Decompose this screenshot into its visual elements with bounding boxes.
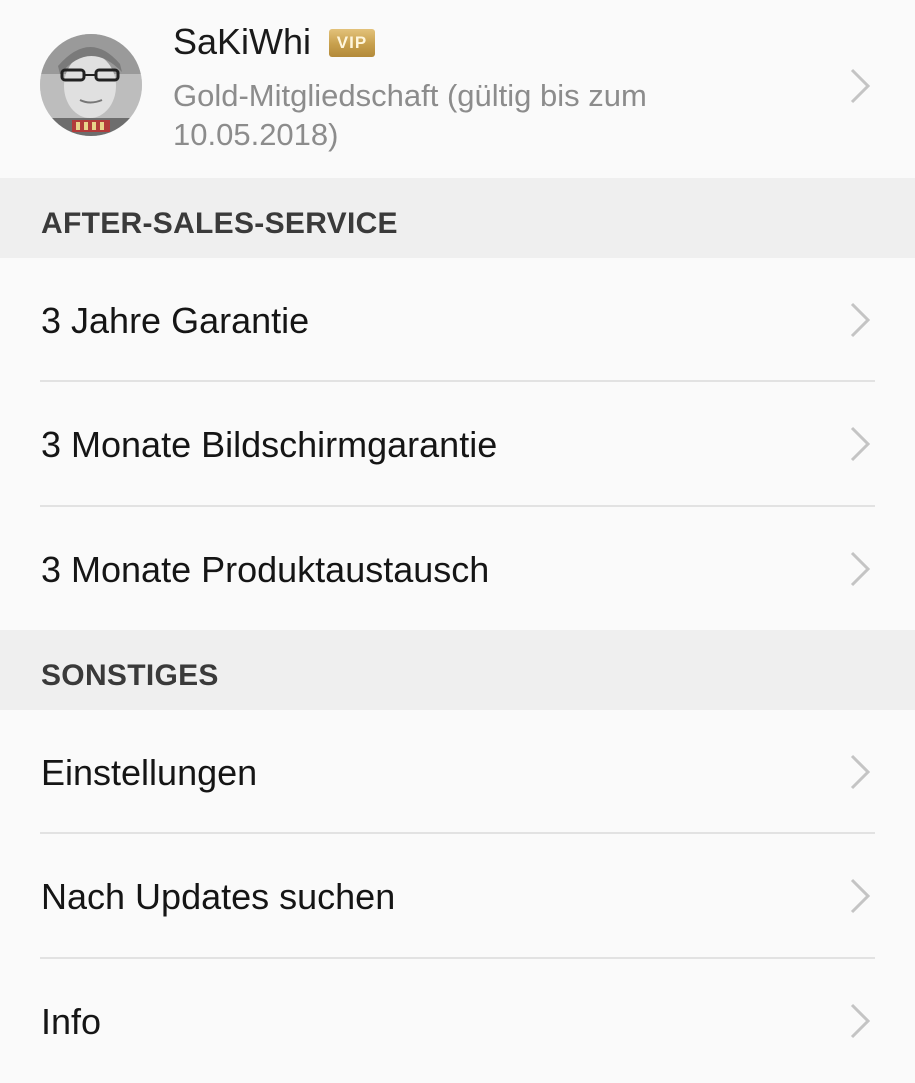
chevron-right-icon bbox=[849, 68, 871, 104]
list-item-info[interactable]: Info bbox=[0, 959, 915, 1083]
list-item-label: Einstellungen bbox=[41, 752, 258, 793]
chevron-right-icon bbox=[849, 302, 871, 338]
chevron-right-icon bbox=[849, 551, 871, 587]
list-item-3-monate-produktaustausch[interactable]: 3 Monate Produktaustausch bbox=[0, 507, 915, 631]
list-item-label: Info bbox=[41, 1001, 102, 1042]
section-title: SONSTIGES bbox=[41, 659, 219, 692]
list-item-label: 3 Monate Bildschirmgarantie bbox=[41, 424, 498, 465]
list-item-label: Nach Updates suchen bbox=[41, 876, 396, 917]
username: SaKiWhi bbox=[173, 21, 312, 62]
list-item-label: 3 Monate Produktaustausch bbox=[41, 549, 490, 590]
section-title: AFTER-SALES-SERVICE bbox=[41, 207, 398, 240]
list-item-einstellungen[interactable]: Einstellungen bbox=[0, 710, 915, 834]
list-item-nach-updates-suchen[interactable]: Nach Updates suchen bbox=[0, 834, 915, 958]
vip-badge: VIP bbox=[329, 29, 375, 57]
membership-status: Gold-Mitgliedschaft (gültig bis zum 10.0… bbox=[173, 78, 647, 152]
list-item-label: 3 Jahre Garantie bbox=[41, 300, 310, 341]
chevron-right-icon bbox=[849, 754, 871, 790]
list-item-3-monate-bildschirmgarantie[interactable]: 3 Monate Bildschirmgarantie bbox=[0, 382, 915, 506]
list-item-3-jahre-garantie[interactable]: 3 Jahre Garantie bbox=[0, 258, 915, 382]
section-header-after-sales-service: AFTER-SALES-SERVICE bbox=[0, 178, 915, 258]
avatar bbox=[40, 34, 142, 136]
chevron-right-icon bbox=[849, 1003, 871, 1039]
chevron-right-icon bbox=[849, 426, 871, 462]
profile-header[interactable]: SaKiWhi VIP Gold-Mitgliedschaft (gültig … bbox=[0, 0, 915, 178]
section-header-sonstiges: SONSTIGES bbox=[0, 630, 915, 710]
chevron-right-icon bbox=[849, 878, 871, 914]
